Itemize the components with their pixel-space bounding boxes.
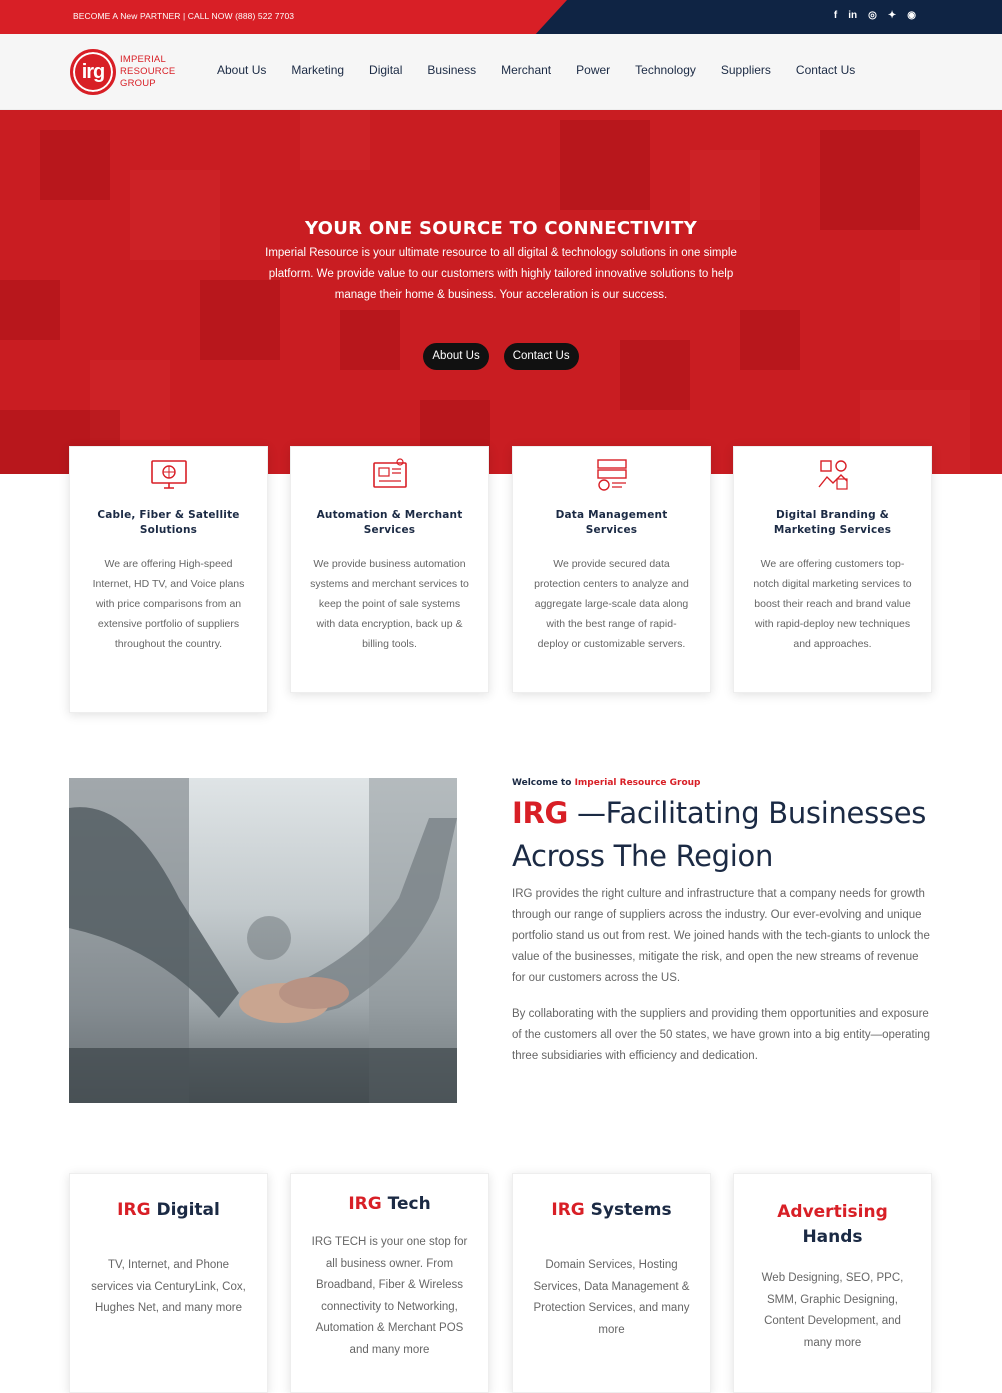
- logo-mark: irg: [70, 49, 116, 95]
- hero-buttons: About Us Contact Us: [0, 343, 1002, 370]
- nav-digital[interactable]: Digital: [369, 63, 402, 77]
- partner-call-link[interactable]: BECOME A New PARTNER | CALL NOW (888) 52…: [73, 11, 294, 21]
- subsidiary-text: IRG TECH is your one stop for all busine…: [311, 1236, 468, 1356]
- subsidiary-text: Web Designing, SEO, PPC, SMM, Graphic De…: [761, 1272, 904, 1349]
- hero-description: Imperial Resource is your ultimate resou…: [265, 247, 737, 301]
- subsidiary-title: IRG Tech: [309, 1194, 470, 1214]
- nav-contact-us[interactable]: Contact Us: [796, 63, 855, 77]
- service-card-cable[interactable]: Cable, Fiber & Satellite Solutions We ar…: [69, 446, 268, 713]
- nav-business[interactable]: Business: [427, 63, 476, 77]
- subsidiary-card-tech[interactable]: IRG Tech IRG TECH is your one stop for a…: [290, 1173, 489, 1393]
- nav-suppliers[interactable]: Suppliers: [721, 63, 771, 77]
- twitter-icon[interactable]: ✦: [888, 9, 896, 23]
- subsidiary-title-brand: Advertising: [777, 1202, 888, 1222]
- pinterest-icon[interactable]: ◉: [907, 9, 916, 23]
- logo-text: IMPERIAL RESOURCE GROUP: [120, 54, 175, 90]
- service-text: We provide secured data protection cente…: [534, 558, 689, 650]
- welcome-paragraph-1: IRG provides the right culture and infra…: [512, 888, 930, 984]
- logo-line-1: IMPERIAL: [120, 54, 166, 65]
- service-card-automation[interactable]: Automation & Merchant Services We provid…: [290, 446, 489, 693]
- service-text: We are offering customers top-notch digi…: [753, 558, 912, 650]
- subsidiary-title-rest: Hands: [802, 1227, 863, 1247]
- welcome-paragraph-2: By collaborating with the suppliers and …: [512, 1008, 931, 1062]
- social-links: f in ◎ ✦ ◉: [834, 9, 916, 23]
- service-text: We are offering High-speed Internet, HD …: [92, 558, 245, 650]
- handshake-illustration: [69, 778, 457, 1103]
- hero-title: YOUR ONE SOURCE TO CONNECTIVITY: [304, 218, 698, 239]
- logo-line-2: RESOURCE: [120, 66, 176, 77]
- welcome-heading-brand: IRG: [512, 796, 569, 830]
- top-bar: BECOME A New PARTNER | CALL NOW (888) 52…: [0, 0, 1002, 34]
- hero-banner: YOUR ONE SOURCE TO CONNECTIVITY Imperial…: [0, 110, 1002, 474]
- subsidiary-title-rest: Tech: [381, 1194, 431, 1214]
- nav-power[interactable]: Power: [576, 63, 610, 77]
- nav-merchant[interactable]: Merchant: [501, 63, 551, 77]
- about-us-button[interactable]: About Us: [423, 343, 489, 370]
- service-card-data[interactable]: Data Management Services We provide secu…: [512, 446, 711, 693]
- monitor-globe-icon: [150, 460, 187, 489]
- subsidiary-title-rest: Digital: [150, 1200, 220, 1220]
- facebook-icon[interactable]: f: [834, 9, 837, 23]
- branding-icon: [817, 460, 848, 490]
- automation-icon: [372, 458, 407, 488]
- subsidiary-title-brand: IRG: [348, 1194, 382, 1214]
- welcome-heading: IRG —Facilitating Businesses Across The …: [512, 792, 932, 878]
- welcome-kicker: Welcome to Imperial Resource Group: [512, 778, 932, 788]
- instagram-icon[interactable]: ◎: [868, 9, 877, 23]
- nav-about-us[interactable]: About Us: [217, 63, 266, 77]
- subsidiary-title: IRG Digital: [88, 1200, 249, 1220]
- subsidiary-title-rest: Systems: [584, 1200, 672, 1220]
- server-gear-icon: [596, 459, 627, 491]
- logo-line-3: GROUP: [120, 78, 156, 89]
- welcome-kicker-prefix: Welcome to: [512, 778, 575, 788]
- linkedin-icon[interactable]: in: [848, 9, 857, 23]
- welcome-section: Welcome to Imperial Resource Group IRG —…: [512, 778, 932, 1067]
- subsidiary-title-brand: IRG: [551, 1200, 585, 1220]
- subsidiary-card-systems[interactable]: IRG Systems Domain Services, Hosting Ser…: [512, 1173, 711, 1393]
- subsidiary-title-brand: IRG: [117, 1200, 151, 1220]
- nav-technology[interactable]: Technology: [635, 63, 696, 77]
- welcome-kicker-name: Imperial Resource Group: [574, 778, 701, 788]
- subsidiary-title: Advertising Hands: [752, 1200, 913, 1250]
- service-card-branding[interactable]: Digital Branding & Marketing Services We…: [733, 446, 932, 693]
- logo[interactable]: irg IMPERIAL RESOURCE GROUP: [70, 49, 175, 95]
- service-title: Digital Branding & Marketing Services: [773, 509, 892, 536]
- handshake-photo: [69, 778, 457, 1103]
- subsidiary-card-advertising[interactable]: Advertising Hands Web Designing, SEO, PPC…: [733, 1173, 932, 1393]
- contact-us-button[interactable]: Contact Us: [503, 343, 579, 370]
- subsidiary-title: IRG Systems: [531, 1200, 692, 1220]
- service-cards: Cable, Fiber & Satellite Solutions We ar…: [69, 446, 933, 726]
- subsidiary-text: TV, Internet, and Phone services via Cen…: [91, 1259, 246, 1314]
- nav-menu: About Us Marketing Digital Business Merc…: [217, 63, 880, 77]
- service-text: We provide business automation systems a…: [310, 558, 469, 650]
- subsidiary-cards: IRG Digital TV, Internet, and Phone serv…: [69, 1173, 933, 1393]
- service-title: Cable, Fiber & Satellite Solutions: [97, 509, 240, 536]
- welcome-heading-rest: —Facilitating Businesses Across The Regi…: [512, 796, 927, 873]
- service-title: Data Management Services: [555, 509, 668, 536]
- service-title: Automation & Merchant Services: [316, 509, 463, 536]
- subsidiary-card-digital[interactable]: IRG Digital TV, Internet, and Phone serv…: [69, 1173, 268, 1393]
- subsidiary-text: Domain Services, Hosting Services, Data …: [533, 1259, 690, 1336]
- nav-marketing[interactable]: Marketing: [291, 63, 344, 77]
- main-nav: irg IMPERIAL RESOURCE GROUP About Us Mar…: [0, 34, 1002, 110]
